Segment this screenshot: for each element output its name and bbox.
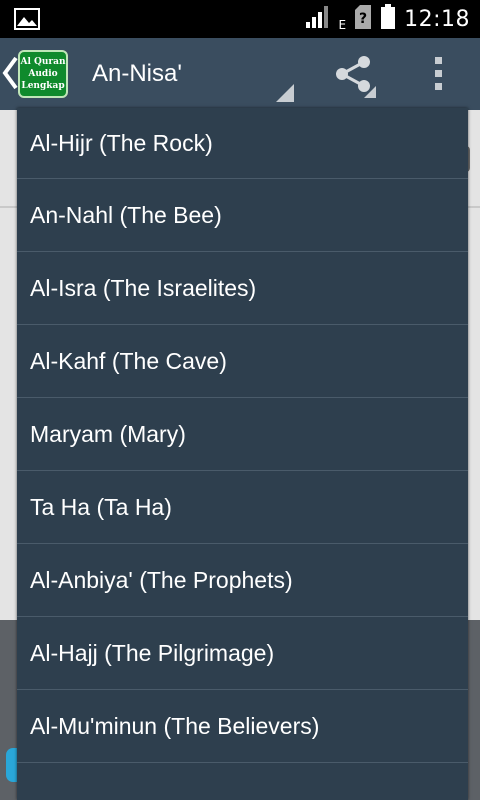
battery-icon xyxy=(380,4,396,34)
logo-line-3: Lengkap xyxy=(21,81,65,91)
dropdown-item[interactable]: Al-Hijr (The Rock) xyxy=(17,108,468,179)
spinner-dropdown-arrow-icon[interactable] xyxy=(276,84,294,102)
svg-text:?: ? xyxy=(359,11,367,27)
dropdown-item-label: Al-Hijr (The Rock) xyxy=(30,129,213,156)
back-chevron-icon[interactable] xyxy=(2,56,18,94)
share-dropdown-arrow-icon[interactable] xyxy=(364,86,376,98)
overflow-menu-icon[interactable] xyxy=(424,52,452,100)
dropdown-item[interactable]: Ta Ha (Ta Ha) xyxy=(17,471,468,544)
action-bar: Al Quran Audio Lengkap An-Nisa' xyxy=(0,38,480,110)
surah-spinner-selected[interactable]: An-Nisa' xyxy=(92,60,182,88)
dropdown-item[interactable]: Al-Anbiya' (The Prophets) xyxy=(17,544,468,617)
dropdown-item-label: Al-Mu'minun (The Believers) xyxy=(30,712,320,739)
sim-unknown-icon: ? xyxy=(354,5,372,33)
network-type-label: E xyxy=(338,18,347,32)
dropdown-item[interactable]: An-Nahl (The Bee) xyxy=(17,179,468,252)
gallery-notification-icon xyxy=(14,8,40,34)
dropdown-item-label: Maryam (Mary) xyxy=(30,420,186,447)
dropdown-item-label: Al-Kahf (The Cave) xyxy=(30,347,227,374)
dropdown-item-label: Ta Ha (Ta Ha) xyxy=(30,493,172,520)
status-bar: E ? 12:18 xyxy=(0,0,480,38)
dropdown-item-label: An-Nahl (The Bee) xyxy=(30,201,222,228)
dropdown-item-label: Al-Isra (The Israelites) xyxy=(30,274,257,301)
logo-line-1: Al Quran xyxy=(20,57,66,67)
dropdown-item-partial[interactable] xyxy=(17,763,468,800)
status-clock: 12:18 xyxy=(404,6,470,32)
dropdown-item[interactable]: Al-Hajj (The Pilgrimage) xyxy=(17,617,468,690)
signal-bars-icon xyxy=(305,5,331,33)
dropdown-item[interactable]: Al-Kahf (The Cave) xyxy=(17,325,468,398)
dropdown-item[interactable]: Maryam (Mary) xyxy=(17,398,468,471)
dropdown-item-label: Al-Anbiya' (The Prophets) xyxy=(30,566,293,593)
app-logo[interactable]: Al Quran Audio Lengkap xyxy=(18,50,68,98)
dropdown-item[interactable]: Al-Mu'minun (The Believers) xyxy=(17,690,468,763)
surah-dropdown-list: Al-Hijr (The Rock) An-Nahl (The Bee) Al-… xyxy=(17,108,468,800)
logo-line-2: Audio xyxy=(28,69,58,79)
dropdown-item-label: Al-Hajj (The Pilgrimage) xyxy=(30,639,275,666)
dropdown-item[interactable]: Al-Isra (The Israelites) xyxy=(17,252,468,325)
